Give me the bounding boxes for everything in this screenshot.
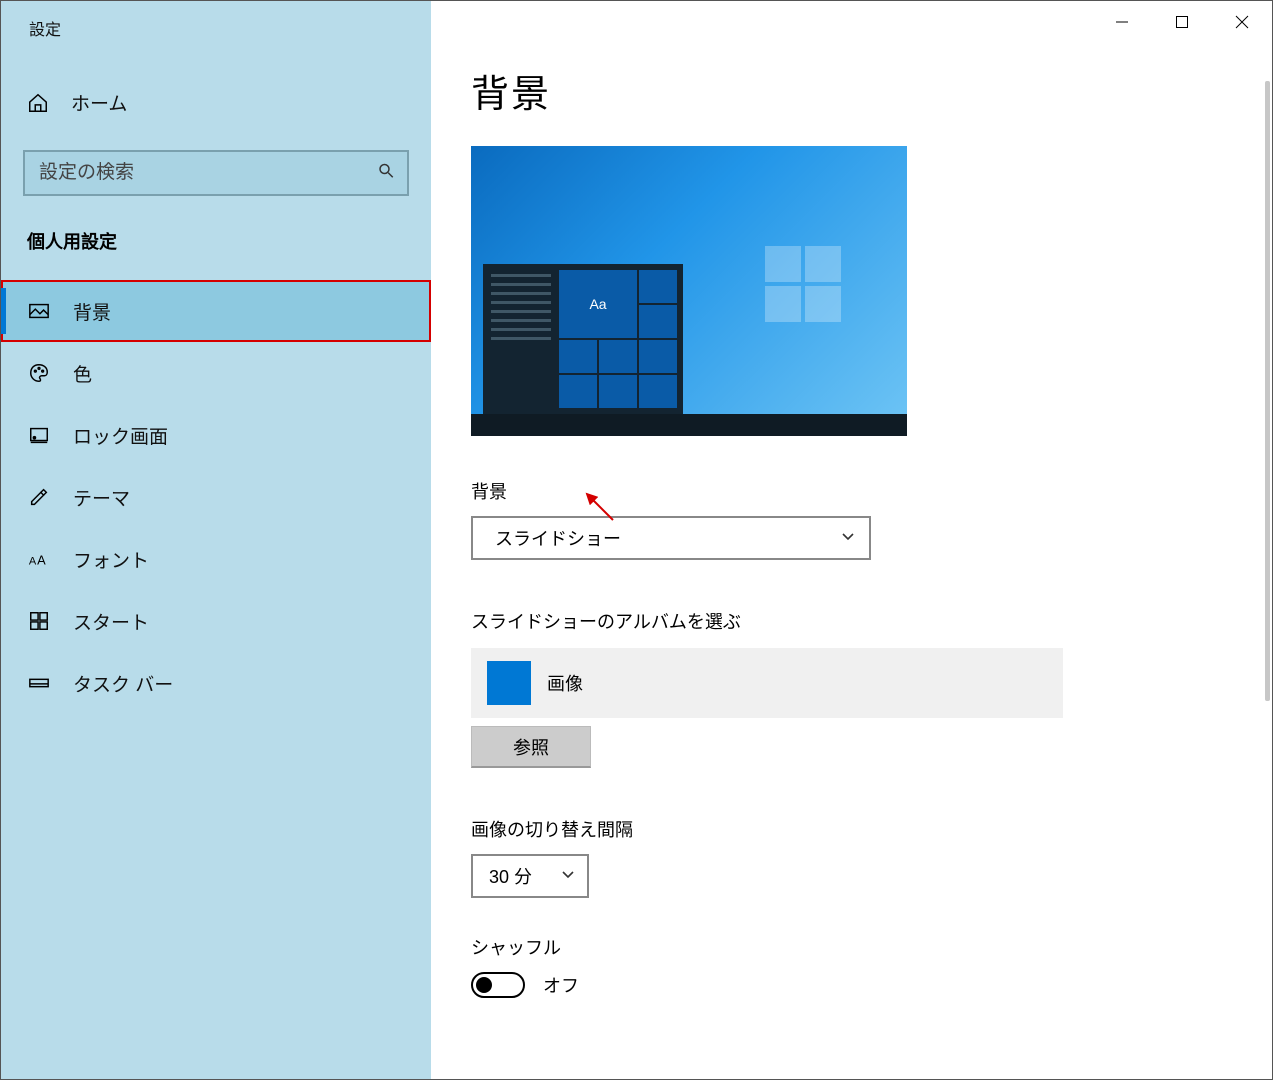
nav-item-fonts[interactable]: AA フォント: [1, 528, 431, 590]
lock-screen-icon: [27, 423, 51, 447]
start-icon: [27, 609, 51, 633]
section-header-personalization: 個人用設定: [1, 196, 431, 264]
nav-item-lockscreen[interactable]: ロック画面: [1, 404, 431, 466]
nav-item-taskbar[interactable]: タスク バー: [1, 652, 431, 714]
search-container: [23, 150, 409, 196]
nav-label: 色: [73, 360, 92, 387]
album-label: スライドショーのアルバムを選ぶ: [471, 608, 1242, 634]
background-label: 背景: [471, 478, 1242, 504]
chevron-down-icon: [561, 867, 575, 886]
nav-label: スタート: [73, 608, 149, 635]
interval-value: 30 分: [489, 863, 532, 889]
home-nav[interactable]: ホーム: [1, 75, 431, 130]
nav-list: 背景 色 ロック画面 テーマ: [1, 280, 431, 714]
close-button[interactable]: [1212, 1, 1272, 43]
svg-text:A: A: [37, 553, 46, 568]
svg-text:A: A: [29, 556, 37, 568]
nav-label: フォント: [73, 546, 149, 573]
nav-label: タスク バー: [73, 670, 173, 697]
maximize-button[interactable]: [1152, 1, 1212, 43]
minimize-button[interactable]: [1092, 1, 1152, 43]
search-input[interactable]: [23, 150, 409, 196]
nav-item-colors[interactable]: 色: [1, 342, 431, 404]
background-dropdown-value: スライドショー: [495, 525, 621, 551]
palette-icon: [27, 361, 51, 385]
album-selection[interactable]: 画像: [471, 648, 1063, 718]
page-title: 背景: [471, 63, 1242, 118]
home-label: ホーム: [71, 89, 127, 116]
background-dropdown[interactable]: スライドショー: [471, 516, 871, 560]
browse-button[interactable]: 参照: [471, 726, 591, 768]
chevron-down-icon: [841, 529, 855, 548]
album-value: 画像: [547, 670, 583, 696]
interval-label: 画像の切り替え間隔: [471, 816, 1242, 842]
desktop-preview: Aa: [471, 146, 907, 436]
preview-tile-aa: Aa: [559, 270, 637, 338]
search-icon: [377, 162, 395, 185]
picture-icon: [27, 299, 51, 323]
nav-item-themes[interactable]: テーマ: [1, 466, 431, 528]
windows-logo-icon: [765, 246, 843, 324]
shuffle-value: オフ: [543, 972, 579, 998]
album-thumbnail: [487, 661, 531, 705]
nav-label: テーマ: [73, 484, 130, 511]
taskbar-icon: [27, 671, 51, 695]
interval-dropdown[interactable]: 30 分: [471, 854, 589, 898]
nav-label: 背景: [73, 298, 111, 325]
scrollbar[interactable]: [1265, 81, 1270, 701]
home-icon: [27, 92, 49, 114]
preview-taskbar: [471, 414, 907, 436]
theme-icon: [27, 485, 51, 509]
window-title: 設定: [1, 1, 431, 55]
shuffle-toggle[interactable]: [471, 972, 525, 998]
font-icon: AA: [27, 547, 51, 571]
preview-start-menu: Aa: [483, 264, 683, 414]
main-pane: 背景 Aa: [431, 1, 1272, 1079]
nav-item-background[interactable]: 背景: [1, 280, 431, 342]
toggle-knob: [476, 977, 492, 993]
nav-item-start[interactable]: スタート: [1, 590, 431, 652]
nav-label: ロック画面: [73, 422, 168, 449]
sidebar: 設定 ホーム 個人用設定 背景: [1, 1, 431, 1079]
window-controls: [1092, 1, 1272, 43]
shuffle-label: シャッフル: [471, 934, 1242, 960]
